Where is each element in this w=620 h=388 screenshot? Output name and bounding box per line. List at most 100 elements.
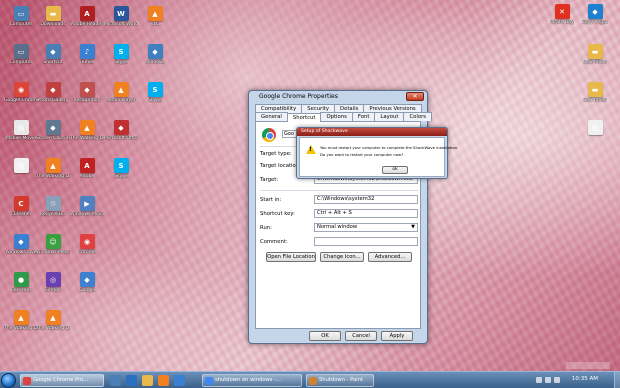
desktop-icon[interactable]: ▶Windows Movie Maker — [70, 196, 104, 217]
cancel-button[interactable]: Cancel — [345, 331, 377, 341]
desktop-icon[interactable]: ◎ Firefox — [36, 272, 70, 293]
desktop-icon-label: Sony Vegas — [581, 20, 609, 25]
desktop-icon[interactable]: S Skype — [104, 44, 138, 65]
vlc-icon: ▲ — [45, 158, 61, 173]
computer-icon: ▭ — [13, 6, 29, 21]
itunes-icon[interactable] — [174, 375, 185, 386]
app-icon: A — [79, 158, 95, 173]
desktop-icon[interactable]: ◆ Screen Capture — [36, 120, 70, 141]
desktop-icon[interactable]: C CCleaner — [4, 196, 38, 217]
app-icon: ▶ — [79, 196, 95, 211]
desktop-icon[interactable]: ● Recorder — [4, 272, 38, 293]
start-in-input[interactable]: C:\Windows\system32 — [314, 195, 418, 204]
start-button[interactable] — [1, 373, 16, 388]
desktop-icon[interactable]: ◆ Google — [70, 272, 104, 293]
desktop-icon-label: Adobe — [79, 174, 95, 179]
vlc-icon: ▲ — [79, 120, 95, 135]
dialog-message: You must restart your computer to comple… — [320, 145, 459, 150]
desktop-icon-label: Google Chrome — [4, 98, 38, 103]
taskbar-item-properties[interactable]: Google Chrome Pro... — [20, 374, 104, 387]
advanced-button[interactable]: Advanced... — [368, 252, 412, 262]
taskbar-item-label: Google Chrome Pro... — [33, 377, 89, 383]
run-select[interactable]: Normal window ▼ — [314, 223, 418, 232]
desktop-icon[interactable]: ☺Windows Messenger — [36, 234, 70, 255]
tab-shortcut[interactable]: Shortcut — [286, 113, 322, 122]
dialog-title: Setup of Shockwave — [297, 128, 447, 136]
tab-colors[interactable]: Colors — [403, 112, 433, 121]
desktop-icon-label: Recognition — [73, 98, 101, 103]
desktop-icon[interactable]: ◉ Chrome — [70, 234, 104, 255]
app-icon: ◆ — [79, 82, 95, 97]
desktop-icon[interactable]: ▤ — [578, 120, 612, 136]
clock[interactable]: 10:35 AM — [572, 376, 598, 382]
word-icon: W — [113, 6, 129, 21]
vlc-icon: ▲ — [147, 6, 163, 21]
tab-layout[interactable]: Layout — [374, 112, 405, 121]
ok-button[interactable]: OK — [309, 331, 341, 341]
desktop-icon[interactable]: ◉ Google Chrome — [4, 82, 38, 103]
vlc-icon: ▲ — [13, 310, 29, 325]
desktop-icon[interactable]: ◆ Photo Gallery — [36, 82, 70, 103]
desktop-icon[interactable]: ▭ Computer — [4, 6, 38, 27]
volume-icon[interactable] — [545, 377, 551, 383]
desktop-icon[interactable]: ▲ VLC — [138, 6, 172, 27]
show-desktop-button[interactable] — [614, 372, 620, 388]
taskbar-item-chrome[interactable]: shutdown on windows -... — [202, 374, 302, 387]
taskbar: Google Chrome Pro... shutdown on windows… — [0, 371, 620, 388]
tab-font[interactable]: Font — [351, 112, 376, 121]
document-icon: ▤ — [587, 120, 603, 135]
desktop-icon[interactable]: S Skype — [138, 82, 172, 103]
tab-options[interactable]: Options — [320, 112, 353, 121]
taskbar-item-label: shutdown on windows -... — [215, 377, 281, 383]
comment-input[interactable] — [314, 237, 418, 246]
desktop-icon-label: Computer — [9, 22, 33, 27]
computer-icon: ▭ — [13, 44, 29, 59]
desktop-icon[interactable]: ▲The Walking Dead — [36, 310, 70, 331]
network-icon[interactable] — [536, 377, 542, 383]
desktop-icon[interactable]: ◆ Windows Live — [4, 234, 38, 255]
desktop-icon[interactable]: ▬ Downloads — [36, 6, 70, 27]
skype-icon: S — [113, 158, 129, 173]
desktop-icon[interactable]: ◆ Microsoft Office — [104, 120, 138, 141]
close-button[interactable]: ✕ — [406, 92, 424, 101]
desktop-icon[interactable]: ▭ Computer — [4, 44, 38, 65]
desktop-icon[interactable]: ▲ Media Player — [104, 82, 138, 103]
desktop-icon[interactable]: ✕ Pirate Bay — [545, 4, 579, 25]
desktop-icon-label: Photo Gallery — [37, 98, 69, 103]
shortcut-key-input[interactable]: Ctrl + Alt + S — [314, 209, 418, 218]
desktop-icon[interactable]: S Skype — [104, 158, 138, 179]
media-player-icon[interactable] — [158, 375, 169, 386]
desktop-icon[interactable]: ▬ New folder — [578, 44, 612, 65]
dialog-ok-button[interactable]: ok — [382, 166, 408, 174]
change-icon-button[interactable]: Change Icon... — [320, 252, 364, 262]
flag-icon[interactable] — [554, 377, 560, 383]
recycle-bin-icon: ♲ — [45, 196, 61, 211]
tab-general[interactable]: General — [255, 112, 288, 121]
desktop-icon[interactable]: ▲The Walking Dead — [36, 158, 70, 179]
desktop-icon[interactable]: ◆ Sony Vegas — [578, 4, 612, 25]
folder-icon[interactable] — [142, 375, 153, 386]
desktop-icon[interactable]: ♪ iTunes — [70, 44, 104, 65]
ie-icon[interactable] — [126, 375, 137, 386]
desktop-icon[interactable]: ▤ — [4, 158, 38, 174]
desktop-icon[interactable]: ▤ Mobile Movie — [4, 120, 38, 141]
desktop-icon[interactable]: ▲The Walking Dead — [4, 310, 38, 331]
open-file-location-button[interactable]: Open File Location — [266, 252, 316, 262]
desktop-icon-label: Computer — [9, 60, 33, 65]
taskbar-item-paint[interactable]: Shutdown - Paint — [306, 374, 374, 387]
desktop-icon[interactable]: ▬ New folder — [578, 82, 612, 103]
desktop-icon[interactable]: W Microsoft Word — [104, 6, 138, 27]
desktop-icon[interactable]: ◆ Shortcut — [36, 44, 70, 65]
run-select-value: Normal window — [317, 224, 358, 230]
desktop-icon[interactable]: A Adobe Reader — [70, 6, 104, 27]
apply-button[interactable]: Apply — [381, 331, 413, 341]
desktop-icon[interactable]: ◆ Recognition — [70, 82, 104, 103]
desktop-icon[interactable]: ▲The Walking Dead — [70, 120, 104, 141]
desktop-icon[interactable]: ♲ Recycle Bin — [36, 196, 70, 217]
target-location-label: Target location: — [260, 163, 301, 169]
desktop-icon[interactable]: ◆ Windows — [138, 44, 172, 65]
desktop-icon[interactable]: A Adobe — [70, 158, 104, 179]
messenger-icon: ☺ — [45, 234, 61, 249]
window-title: Google Chrome Properties — [259, 93, 338, 100]
explorer-icon[interactable] — [110, 375, 121, 386]
